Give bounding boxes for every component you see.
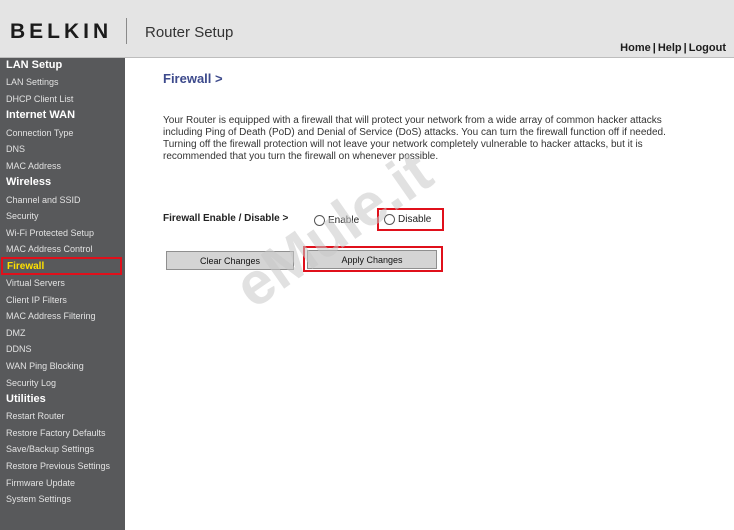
belkin-logo: BELKIN (10, 20, 113, 43)
home-link[interactable]: Home (620, 42, 651, 54)
apply-changes-button[interactable]: Apply Changes (307, 250, 437, 269)
sidebar-item-restore-factory-defaults[interactable]: Restore Factory Defaults (6, 428, 106, 438)
page-title: Firewall > (163, 71, 223, 86)
nav-heading-utilities[interactable]: Utilities (6, 393, 46, 405)
sidebar-item-channel-ssid[interactable]: Channel and SSID (6, 195, 81, 205)
sidebar-item-wifi-protected-setup[interactable]: Wi-Fi Protected Setup (6, 228, 94, 238)
firewall-description: Your Router is equipped with a firewall … (163, 115, 666, 162)
sidebar-item-mac-address-filtering[interactable]: MAC Address Filtering (6, 311, 96, 321)
help-link[interactable]: Help (658, 42, 682, 54)
main-content: Firewall > Your Router is equipped with … (125, 58, 734, 530)
sidebar-item-client-ip-filters[interactable]: Client IP Filters (6, 295, 67, 305)
sidebar-item-restart-router[interactable]: Restart Router (6, 411, 65, 421)
sidebar-item-system-settings[interactable]: System Settings (6, 494, 71, 504)
sidebar-item-mac-address-control[interactable]: MAC Address Control (6, 244, 93, 254)
sidebar-item-dns[interactable]: DNS (6, 144, 25, 154)
app-title: Router Setup (145, 24, 234, 41)
sidebar-item-wan-ping-blocking[interactable]: WAN Ping Blocking (6, 361, 84, 371)
firewall-nav-label: Firewall (7, 261, 45, 272)
enable-label[interactable]: Enable (328, 215, 359, 226)
sidebar-item-mac-address[interactable]: MAC Address (6, 161, 61, 171)
sidebar-item-connection-type[interactable]: Connection Type (6, 128, 73, 138)
sidebar-item-ddns[interactable]: DDNS (6, 344, 32, 354)
header: BELKIN Router Setup Home | Help | Logout (0, 0, 734, 58)
sidebar-item-security[interactable]: Security (6, 211, 39, 221)
logo-divider (126, 18, 127, 44)
sidebar-item-dhcp-client-list[interactable]: DHCP Client List (6, 94, 73, 104)
link-separator: | (652, 42, 656, 54)
sidebar-item-restore-previous-settings[interactable]: Restore Previous Settings (6, 461, 110, 471)
top-links: Home | Help | Logout (620, 42, 726, 54)
sidebar-item-lan-settings[interactable]: LAN Settings (6, 77, 59, 87)
sidebar-item-dmz[interactable]: DMZ (6, 328, 26, 338)
firewall-toggle-label: Firewall Enable / Disable > (163, 213, 289, 224)
nav-heading-internet-wan[interactable]: Internet WAN (6, 109, 75, 121)
sidebar-item-save-backup-settings[interactable]: Save/Backup Settings (6, 444, 94, 454)
link-separator: | (683, 42, 687, 54)
enable-radio[interactable] (314, 215, 325, 226)
sidebar: LAN Setup LAN Settings DHCP Client List … (0, 58, 125, 530)
logout-link[interactable]: Logout (689, 42, 726, 54)
clear-changes-button[interactable]: Clear Changes (166, 251, 294, 270)
disable-label[interactable]: Disable (398, 214, 431, 225)
sidebar-item-security-log[interactable]: Security Log (6, 378, 56, 388)
sidebar-item-virtual-servers[interactable]: Virtual Servers (6, 278, 65, 288)
nav-heading-wireless[interactable]: Wireless (6, 176, 51, 188)
sidebar-item-firmware-update[interactable]: Firmware Update (6, 478, 75, 488)
disable-radio[interactable] (384, 214, 395, 225)
nav-heading-lan-setup[interactable]: LAN Setup (6, 59, 62, 71)
nav-heading-firewall-active[interactable]: Firewall (1, 257, 122, 275)
